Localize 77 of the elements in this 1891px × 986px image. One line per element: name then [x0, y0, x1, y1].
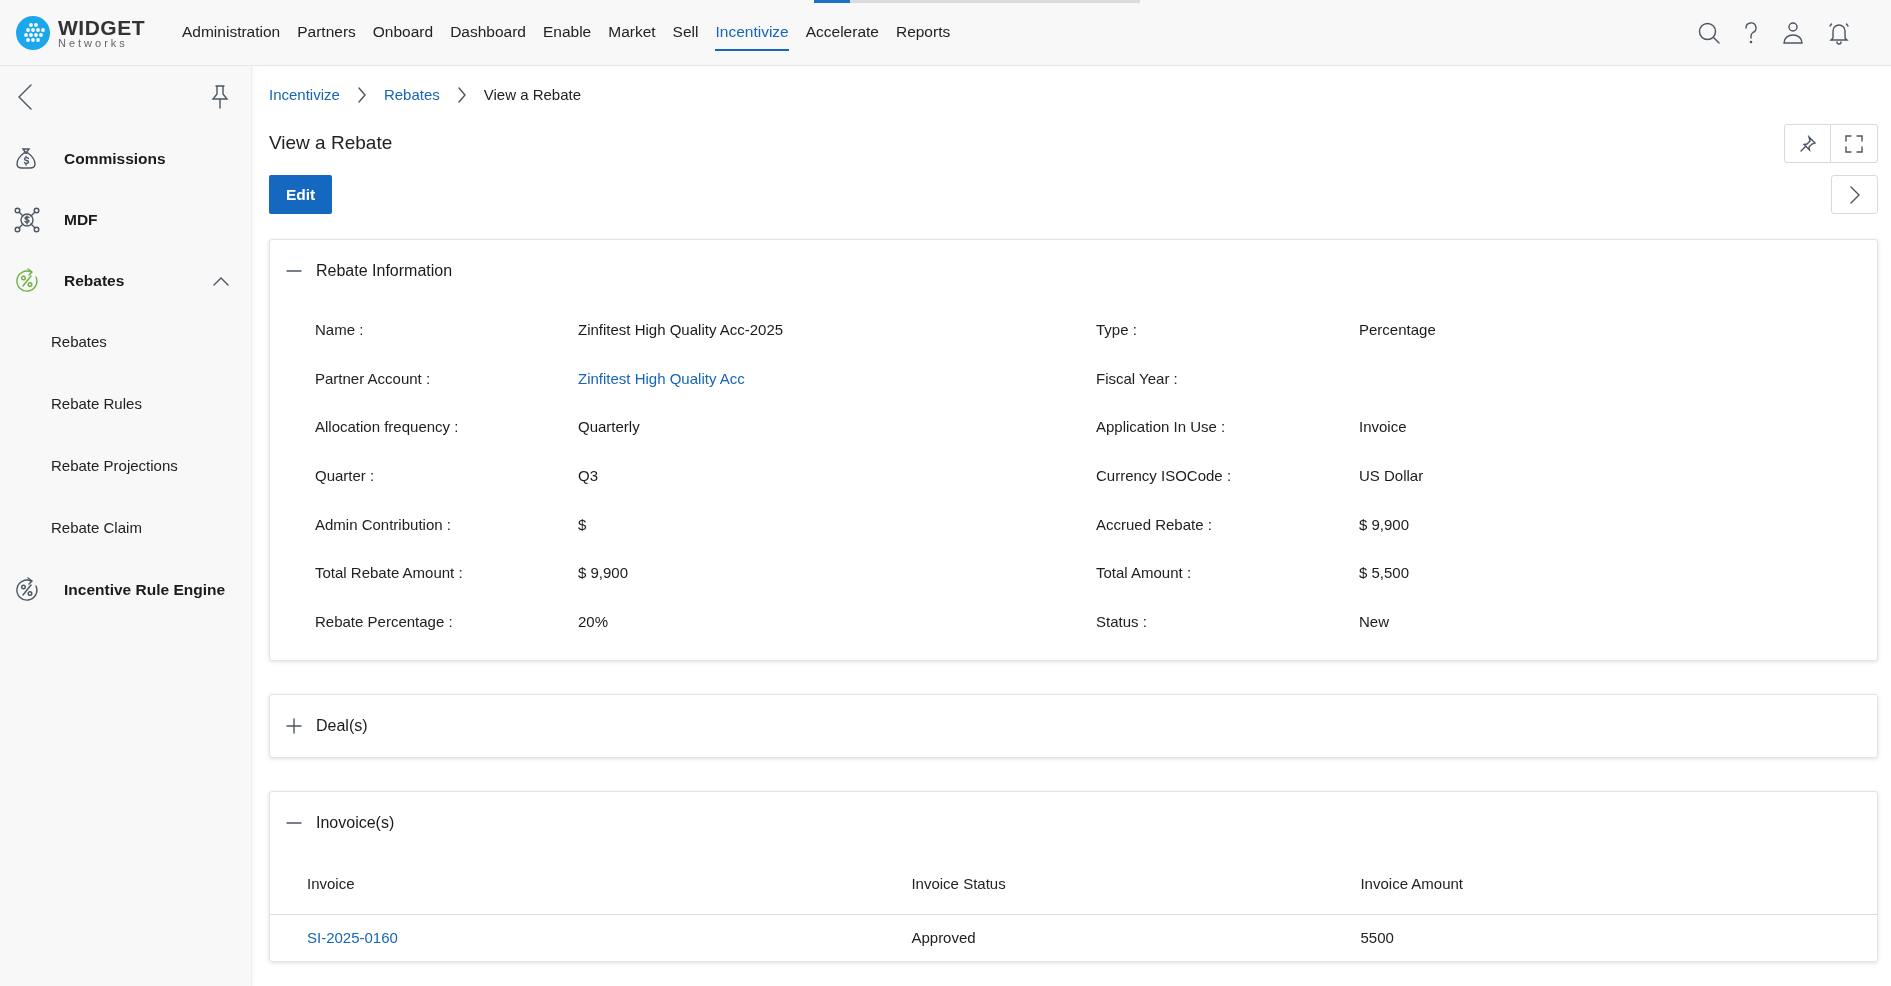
- sidebar-subitem[interactable]: Rebate Claim: [51, 516, 142, 540]
- section-title: Inovoice(s): [316, 813, 395, 834]
- pin-button[interactable]: [1784, 124, 1831, 163]
- notification-icon[interactable]: [1827, 20, 1851, 45]
- field-value: Q3: [578, 466, 598, 487]
- invoice-link[interactable]: SI-2025-0160: [307, 929, 398, 947]
- nav-tab[interactable]: Administration: [182, 14, 281, 51]
- brand-name: WIDGET: [58, 16, 145, 38]
- expand-icon[interactable]: [286, 718, 302, 735]
- sidebar-subitem[interactable]: Rebate Rules: [51, 392, 142, 416]
- field-label: Application In Use :: [1096, 417, 1227, 438]
- chevron-right-icon: [357, 87, 366, 103]
- field-label: Admin Contribution :: [315, 514, 452, 535]
- field-value: Percentage: [1359, 320, 1436, 341]
- column-header: Invoice: [307, 875, 355, 893]
- nav-tab[interactable]: Dashboard: [450, 14, 526, 51]
- field-label: Total Amount :: [1096, 563, 1193, 584]
- page-title: View a Rebate: [269, 131, 393, 156]
- field-label: Type :: [1096, 320, 1138, 341]
- field-value: 20%: [578, 611, 609, 632]
- breadcrumb-link[interactable]: Rebates: [383, 83, 440, 107]
- user-icon[interactable]: [1781, 20, 1805, 45]
- nav-tab[interactable]: Sell: [672, 14, 699, 51]
- field-label: Fiscal Year :: [1096, 368, 1179, 389]
- nav-tab[interactable]: Partners: [297, 14, 356, 51]
- logo-icon: [16, 15, 50, 50]
- nav-tab[interactable]: Reports: [895, 14, 951, 51]
- breadcrumb-link[interactable]: Incentivize: [269, 83, 340, 107]
- nav-tab[interactable]: Incentivize: [715, 14, 789, 51]
- table-cell: Approved: [911, 929, 976, 947]
- field-value: Zinfitest High Quality Acc-2025: [578, 320, 784, 341]
- sidebar-item[interactable]: Rebates: [0, 250, 251, 311]
- brand-tagline: Networks: [58, 37, 129, 49]
- field-label: Quarter :: [315, 466, 376, 487]
- nav-tab[interactable]: Accelerate: [805, 14, 879, 51]
- field-label: Status :: [1096, 611, 1148, 632]
- sidebar-subitem[interactable]: Rebate Projections: [51, 454, 178, 478]
- field-link[interactable]: Zinfitest High Quality Acc: [578, 367, 745, 391]
- field-value: $ 5,500: [1359, 563, 1410, 584]
- sidebar-item[interactable]: Incentive Rule Engine: [0, 559, 251, 620]
- collapse-icon[interactable]: [213, 275, 229, 286]
- sidebar-item[interactable]: MDF: [0, 189, 251, 250]
- field-value: $ 9,900: [1359, 514, 1410, 535]
- help-icon[interactable]: [1743, 20, 1759, 45]
- chevron-right-icon: [1849, 185, 1860, 204]
- field-value: Quarterly: [578, 417, 640, 438]
- field-label: Accrued Rebate :: [1096, 514, 1213, 535]
- field-value: Invoice: [1359, 417, 1407, 438]
- pin-icon[interactable]: [211, 85, 229, 109]
- nav-tab[interactable]: Market: [608, 14, 656, 51]
- field-value: US Dollar: [1359, 466, 1424, 487]
- fullscreen-button[interactable]: [1831, 124, 1878, 163]
- section-title: Deal(s): [316, 716, 368, 737]
- chevron-right-icon: [457, 87, 466, 103]
- nav-tab[interactable]: Enable: [542, 14, 592, 51]
- field-value: New: [1359, 611, 1389, 632]
- field-label: Name :: [315, 320, 365, 341]
- field-label: Rebate Percentage :: [315, 611, 454, 632]
- sidebar-subitem[interactable]: Rebates: [51, 330, 107, 354]
- field-label: Allocation frequency :: [315, 417, 460, 438]
- column-header: Invoice Amount: [1360, 875, 1463, 893]
- breadcrumb-current: View a Rebate: [483, 84, 582, 105]
- edit-button[interactable]: Edit: [269, 175, 333, 215]
- search-icon[interactable]: [1697, 20, 1721, 45]
- field-label: Total Rebate Amount :: [315, 563, 464, 584]
- pin-icon: [1798, 134, 1817, 153]
- field-value: $ 9,900: [578, 563, 629, 584]
- back-icon[interactable]: [18, 84, 32, 110]
- nav-tab[interactable]: Onboard: [372, 14, 434, 51]
- table-cell: 5500: [1360, 929, 1394, 947]
- fullscreen-icon: [1845, 134, 1863, 153]
- field-label: Partner Account :: [315, 368, 432, 389]
- field-value: $: [578, 514, 587, 535]
- column-header: Invoice Status: [911, 875, 1006, 893]
- sidebar-item[interactable]: Commissions: [0, 128, 251, 189]
- field-label: Currency ISOCode :: [1096, 466, 1233, 487]
- section-title: Rebate Information: [316, 261, 453, 282]
